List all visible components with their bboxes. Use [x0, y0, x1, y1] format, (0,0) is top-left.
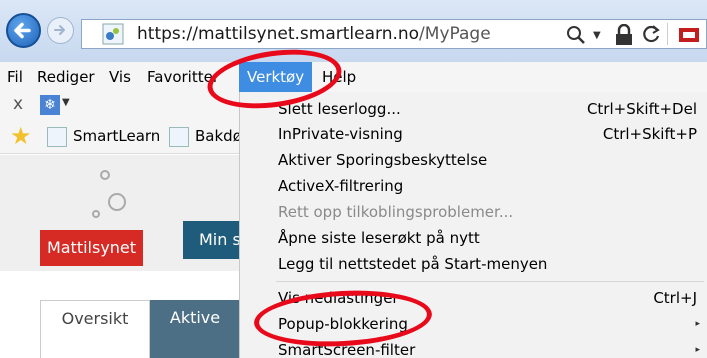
url-scheme: https://: [137, 24, 198, 44]
menu-vis[interactable]: Vis: [109, 62, 131, 92]
menu-item-label: Åpne siste leserøkt på nytt: [278, 229, 480, 247]
bubble-decoration: [92, 210, 100, 218]
submenu-arrow-icon: ▸: [695, 345, 700, 355]
menu-item-tracking-protection[interactable]: Aktiver Sporingsbeskyttelse: [240, 147, 707, 173]
back-button[interactable]: [6, 13, 41, 48]
bubble-decoration: [100, 170, 110, 180]
submenu-arrow-icon: ▸: [695, 319, 700, 329]
menu-item-label: Legg til nettstedet på Start-menyen: [278, 255, 548, 273]
url-host: mattilsynet.smartlearn.no: [197, 24, 420, 44]
close-icon[interactable]: x: [13, 94, 23, 114]
forward-arrow-icon: [54, 25, 65, 35]
menu-item-shortcut: Ctrl+Skift+Del: [586, 100, 697, 118]
chevron-down-icon[interactable]: ▼: [62, 97, 70, 108]
chevron-down-icon[interactable]: ▼: [593, 30, 601, 41]
url-path: /MyPage: [419, 24, 491, 44]
menu-item-reopen-session[interactable]: Åpne siste leserøkt på nytt: [240, 225, 707, 251]
favorites-star-icon[interactable]: ★: [10, 122, 32, 150]
tab-aktive[interactable]: Aktive: [150, 300, 240, 358]
refresh-icon[interactable]: [640, 23, 662, 45]
menu-bar: Fil Rediger Vis Favoritter Verktøy Help: [0, 62, 707, 92]
toolbar-divider: [667, 23, 668, 45]
site-favicon-icon: [102, 23, 124, 45]
menu-item-label: Aktiver Sporingsbeskyttelse: [278, 151, 488, 169]
menu-item-activex-filtering[interactable]: ActiveX-filtrering: [240, 173, 707, 199]
favorite-label: SmartLearn: [73, 127, 161, 145]
tab-oversikt[interactable]: Oversikt: [40, 300, 150, 358]
favorite-item-smartlearn[interactable]: SmartLearn: [47, 125, 160, 147]
menu-item-delete-history[interactable]: Slett leserlogg... Ctrl+Skift+Del: [240, 96, 707, 122]
bubble-decoration: [108, 193, 126, 211]
menu-item-label: Rett opp tilkoblingsproblemer...: [278, 203, 514, 221]
menu-fil[interactable]: Fil: [7, 62, 23, 92]
search-icon[interactable]: [565, 24, 587, 46]
menu-item-fix-connection: Rett opp tilkoblingsproblemer...: [240, 199, 707, 225]
back-arrow-icon: [14, 22, 31, 39]
site-logo[interactable]: Mattilsynet: [40, 230, 143, 266]
my-page-button[interactable]: Min s: [183, 221, 241, 259]
forward-button[interactable]: [47, 17, 74, 44]
lock-icon[interactable]: [614, 24, 634, 46]
menu-separator: [276, 281, 704, 282]
site-favicon-icon: [169, 126, 189, 147]
menu-rediger[interactable]: Rediger: [37, 62, 95, 92]
address-toolbar: https://mattilsynet.smartlearn.no/MyPage…: [0, 0, 707, 62]
tab-favicon-icon[interactable]: [679, 24, 699, 46]
addon-icon[interactable]: ❄: [40, 95, 60, 115]
menu-item-shortcut: Ctrl+Skift+P: [602, 125, 697, 143]
favorite-label: Bakdø: [195, 127, 242, 145]
url-bar[interactable]: https://mattilsynet.smartlearn.no/MyPage…: [81, 19, 707, 49]
url-text[interactable]: https://mattilsynet.smartlearn.no/MyPage: [137, 22, 491, 46]
menu-item-shortcut: Ctrl+J: [653, 289, 697, 307]
menu-item-label: InPrivate-visning: [278, 125, 403, 143]
menu-item-add-to-start[interactable]: Legg til nettstedet på Start-menyen: [240, 251, 707, 277]
site-favicon-icon: [47, 126, 67, 147]
menu-item-inprivate[interactable]: InPrivate-visning Ctrl+Skift+P: [240, 121, 707, 147]
favorite-item-bakdor[interactable]: Bakdø: [169, 125, 242, 147]
menu-item-label: ActiveX-filtrering: [278, 177, 404, 195]
